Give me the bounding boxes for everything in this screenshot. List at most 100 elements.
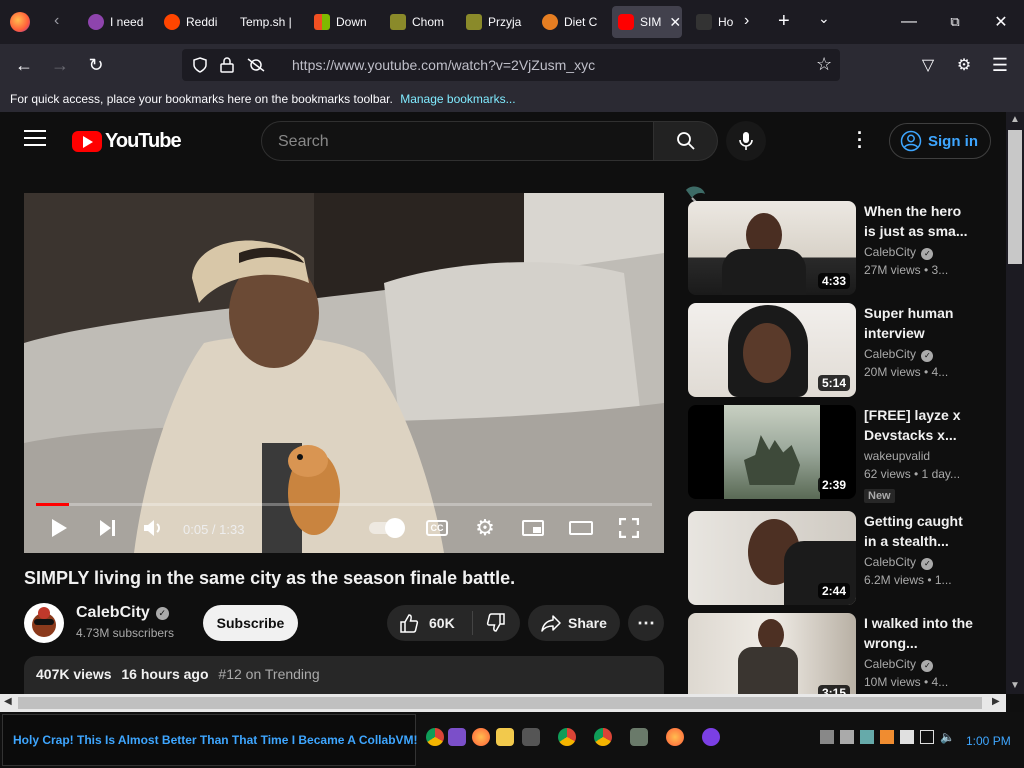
settings-kebab-icon[interactable]: · · · bbox=[852, 124, 868, 156]
forward-icon[interactable]: → bbox=[46, 52, 74, 78]
sign-in-button[interactable]: Sign in bbox=[889, 123, 991, 159]
recommendation-meta: 27M views • 3... bbox=[864, 263, 949, 277]
lock-icon[interactable] bbox=[220, 57, 234, 73]
tray-app-icon[interactable] bbox=[860, 730, 874, 744]
firefox-icon[interactable] bbox=[666, 728, 684, 746]
discord-icon[interactable] bbox=[702, 728, 720, 746]
tab-6[interactable]: Diet C bbox=[536, 6, 606, 38]
vertical-scrollbar[interactable]: ▲ ▼ bbox=[1006, 112, 1024, 694]
tab-scroll-left-icon[interactable]: ‹ bbox=[54, 12, 59, 30]
volume-icon[interactable]: 🔈 bbox=[940, 730, 955, 744]
new-tab-icon[interactable]: + bbox=[778, 10, 790, 33]
search-input[interactable]: Search bbox=[261, 121, 654, 161]
chrome-icon[interactable] bbox=[558, 728, 576, 746]
scroll-left-icon[interactable]: ◀ bbox=[4, 696, 12, 707]
app-menu-icon[interactable]: ☰ bbox=[986, 52, 1014, 78]
pocket-icon[interactable]: ▽ bbox=[914, 52, 942, 78]
reload-icon[interactable]: ↻ bbox=[82, 52, 110, 78]
youtube-logo[interactable]: YouTube bbox=[72, 130, 182, 153]
tray-app-icon[interactable] bbox=[880, 730, 894, 744]
tab-1[interactable]: Reddi bbox=[158, 6, 228, 38]
tab-0[interactable]: I need bbox=[82, 6, 152, 38]
fullscreen-button[interactable] bbox=[614, 515, 644, 541]
trending-rank[interactable]: #12 on Trending bbox=[218, 666, 319, 682]
video-thumbnail[interactable]: 4:33 bbox=[688, 201, 856, 295]
subscribe-button[interactable]: Subscribe bbox=[203, 605, 298, 641]
tab-label: Przyja bbox=[488, 15, 522, 29]
tab-2[interactable]: Temp.sh | bbox=[234, 6, 304, 38]
scroll-down-icon[interactable]: ▼ bbox=[1010, 680, 1020, 691]
manage-bookmarks-link[interactable]: Manage bookmarks... bbox=[400, 92, 515, 106]
visual-studio-icon[interactable] bbox=[448, 728, 466, 746]
bookmark-star-icon[interactable]: ☆ bbox=[816, 54, 832, 75]
tab-8[interactable]: Ho bbox=[690, 6, 734, 38]
share-button[interactable]: Share bbox=[528, 605, 620, 641]
close-tab-icon[interactable]: ✕ bbox=[669, 14, 681, 31]
tab-label: Chom bbox=[412, 15, 445, 29]
search-button[interactable] bbox=[654, 121, 718, 161]
mute-button[interactable] bbox=[138, 515, 168, 541]
permissions-icon[interactable] bbox=[246, 57, 266, 73]
video-thumbnail[interactable]: 5:14 bbox=[688, 303, 856, 397]
chrome-icon[interactable] bbox=[426, 728, 444, 746]
recommendation-card-2[interactable]: 2:39 [FREE] layze x Devstacks x... wakeu… bbox=[688, 405, 988, 503]
youtube-page: YouTube Search · · · Sign in 0:05 / 1:33… bbox=[0, 112, 1006, 694]
recommendation-card-3[interactable]: 2:44 Getting caught in a stealth... Cale… bbox=[688, 511, 988, 605]
guide-menu-icon[interactable] bbox=[24, 130, 46, 148]
recommendation-card-4[interactable]: 3:15 I walked into the wrong... CalebCit… bbox=[688, 613, 988, 694]
restore-icon[interactable]: ⧉ bbox=[932, 0, 978, 44]
voice-search-button[interactable] bbox=[726, 121, 766, 161]
theater-mode-button[interactable] bbox=[566, 515, 596, 541]
back-icon[interactable]: ← bbox=[10, 52, 38, 78]
video-thumbnail[interactable]: 2:44 bbox=[688, 511, 856, 605]
description-box[interactable]: 407K views 16 hours ago #12 on Trending bbox=[24, 656, 664, 694]
autoplay-toggle[interactable] bbox=[368, 518, 405, 538]
scroll-right-icon[interactable]: ▶ bbox=[992, 696, 1000, 707]
scroll-thumb[interactable] bbox=[18, 697, 982, 709]
scroll-thumb[interactable] bbox=[1008, 130, 1022, 264]
firefox-icon[interactable] bbox=[472, 728, 490, 746]
miniplayer-button[interactable] bbox=[518, 515, 548, 541]
file-explorer-icon[interactable] bbox=[496, 728, 514, 746]
dislike-button[interactable] bbox=[473, 613, 519, 633]
close-window-icon[interactable]: ✕ bbox=[978, 0, 1024, 44]
like-button[interactable]: 60K bbox=[387, 611, 473, 635]
video-thumbnail[interactable]: 2:39 bbox=[688, 405, 856, 499]
list-all-tabs-icon[interactable]: ⌄ bbox=[818, 10, 830, 27]
recommendation-card-0[interactable]: 4:33 When the hero is just as sma... Cal… bbox=[688, 201, 988, 295]
clock[interactable]: 1:00 PM bbox=[966, 734, 1011, 748]
recommendation-card-1[interactable]: 5:14 Super human interview CalebCity ✓ 2… bbox=[688, 303, 988, 397]
tab-3[interactable]: Down bbox=[308, 6, 378, 38]
horizontal-scrollbar[interactable]: ◀ ▶ bbox=[0, 694, 1006, 712]
video-player[interactable]: 0:05 / 1:33 CC ⚙ bbox=[24, 193, 664, 553]
tab-7-active[interactable]: SIM ✕ bbox=[612, 6, 682, 38]
chrome-icon[interactable] bbox=[594, 728, 612, 746]
active-window-button[interactable]: Holy Crap! This Is Almost Better Than Th… bbox=[2, 714, 418, 766]
play-button[interactable] bbox=[44, 515, 74, 541]
channel-avatar[interactable] bbox=[24, 603, 64, 643]
scroll-up-icon[interactable]: ▲ bbox=[1010, 114, 1020, 125]
monitor-icon[interactable] bbox=[920, 730, 934, 744]
extensions-icon[interactable]: ⚙ bbox=[950, 52, 978, 78]
channel-name[interactable]: CalebCity ✓ bbox=[76, 604, 169, 622]
url-bar[interactable]: https://www.youtube.com/watch?v=2VjZusm_… bbox=[182, 49, 840, 81]
minimize-icon[interactable]: — bbox=[886, 0, 932, 44]
tab-scroll-right-icon[interactable]: › bbox=[744, 12, 749, 30]
tracking-protection-icon[interactable] bbox=[192, 57, 208, 73]
tray-app-icon[interactable] bbox=[840, 730, 854, 744]
subtitles-button[interactable]: CC bbox=[422, 515, 452, 541]
settings-button[interactable]: ⚙ bbox=[470, 515, 500, 541]
tray-app-icon[interactable] bbox=[900, 730, 914, 744]
firefox-menu-icon[interactable] bbox=[10, 12, 30, 32]
network-icon[interactable] bbox=[820, 730, 834, 744]
tab-5[interactable]: Przyja bbox=[460, 6, 530, 38]
progress-track[interactable] bbox=[36, 503, 652, 506]
next-button[interactable] bbox=[92, 515, 122, 541]
tab-4[interactable]: Chom bbox=[384, 6, 454, 38]
duration-badge: 4:33 bbox=[817, 273, 850, 289]
app-icon[interactable] bbox=[522, 728, 540, 746]
tab-label: Ho bbox=[718, 15, 734, 29]
video-thumbnail[interactable]: 3:15 bbox=[688, 613, 856, 694]
more-actions-button[interactable]: ⋯ bbox=[628, 605, 664, 641]
app-icon[interactable] bbox=[630, 728, 648, 746]
